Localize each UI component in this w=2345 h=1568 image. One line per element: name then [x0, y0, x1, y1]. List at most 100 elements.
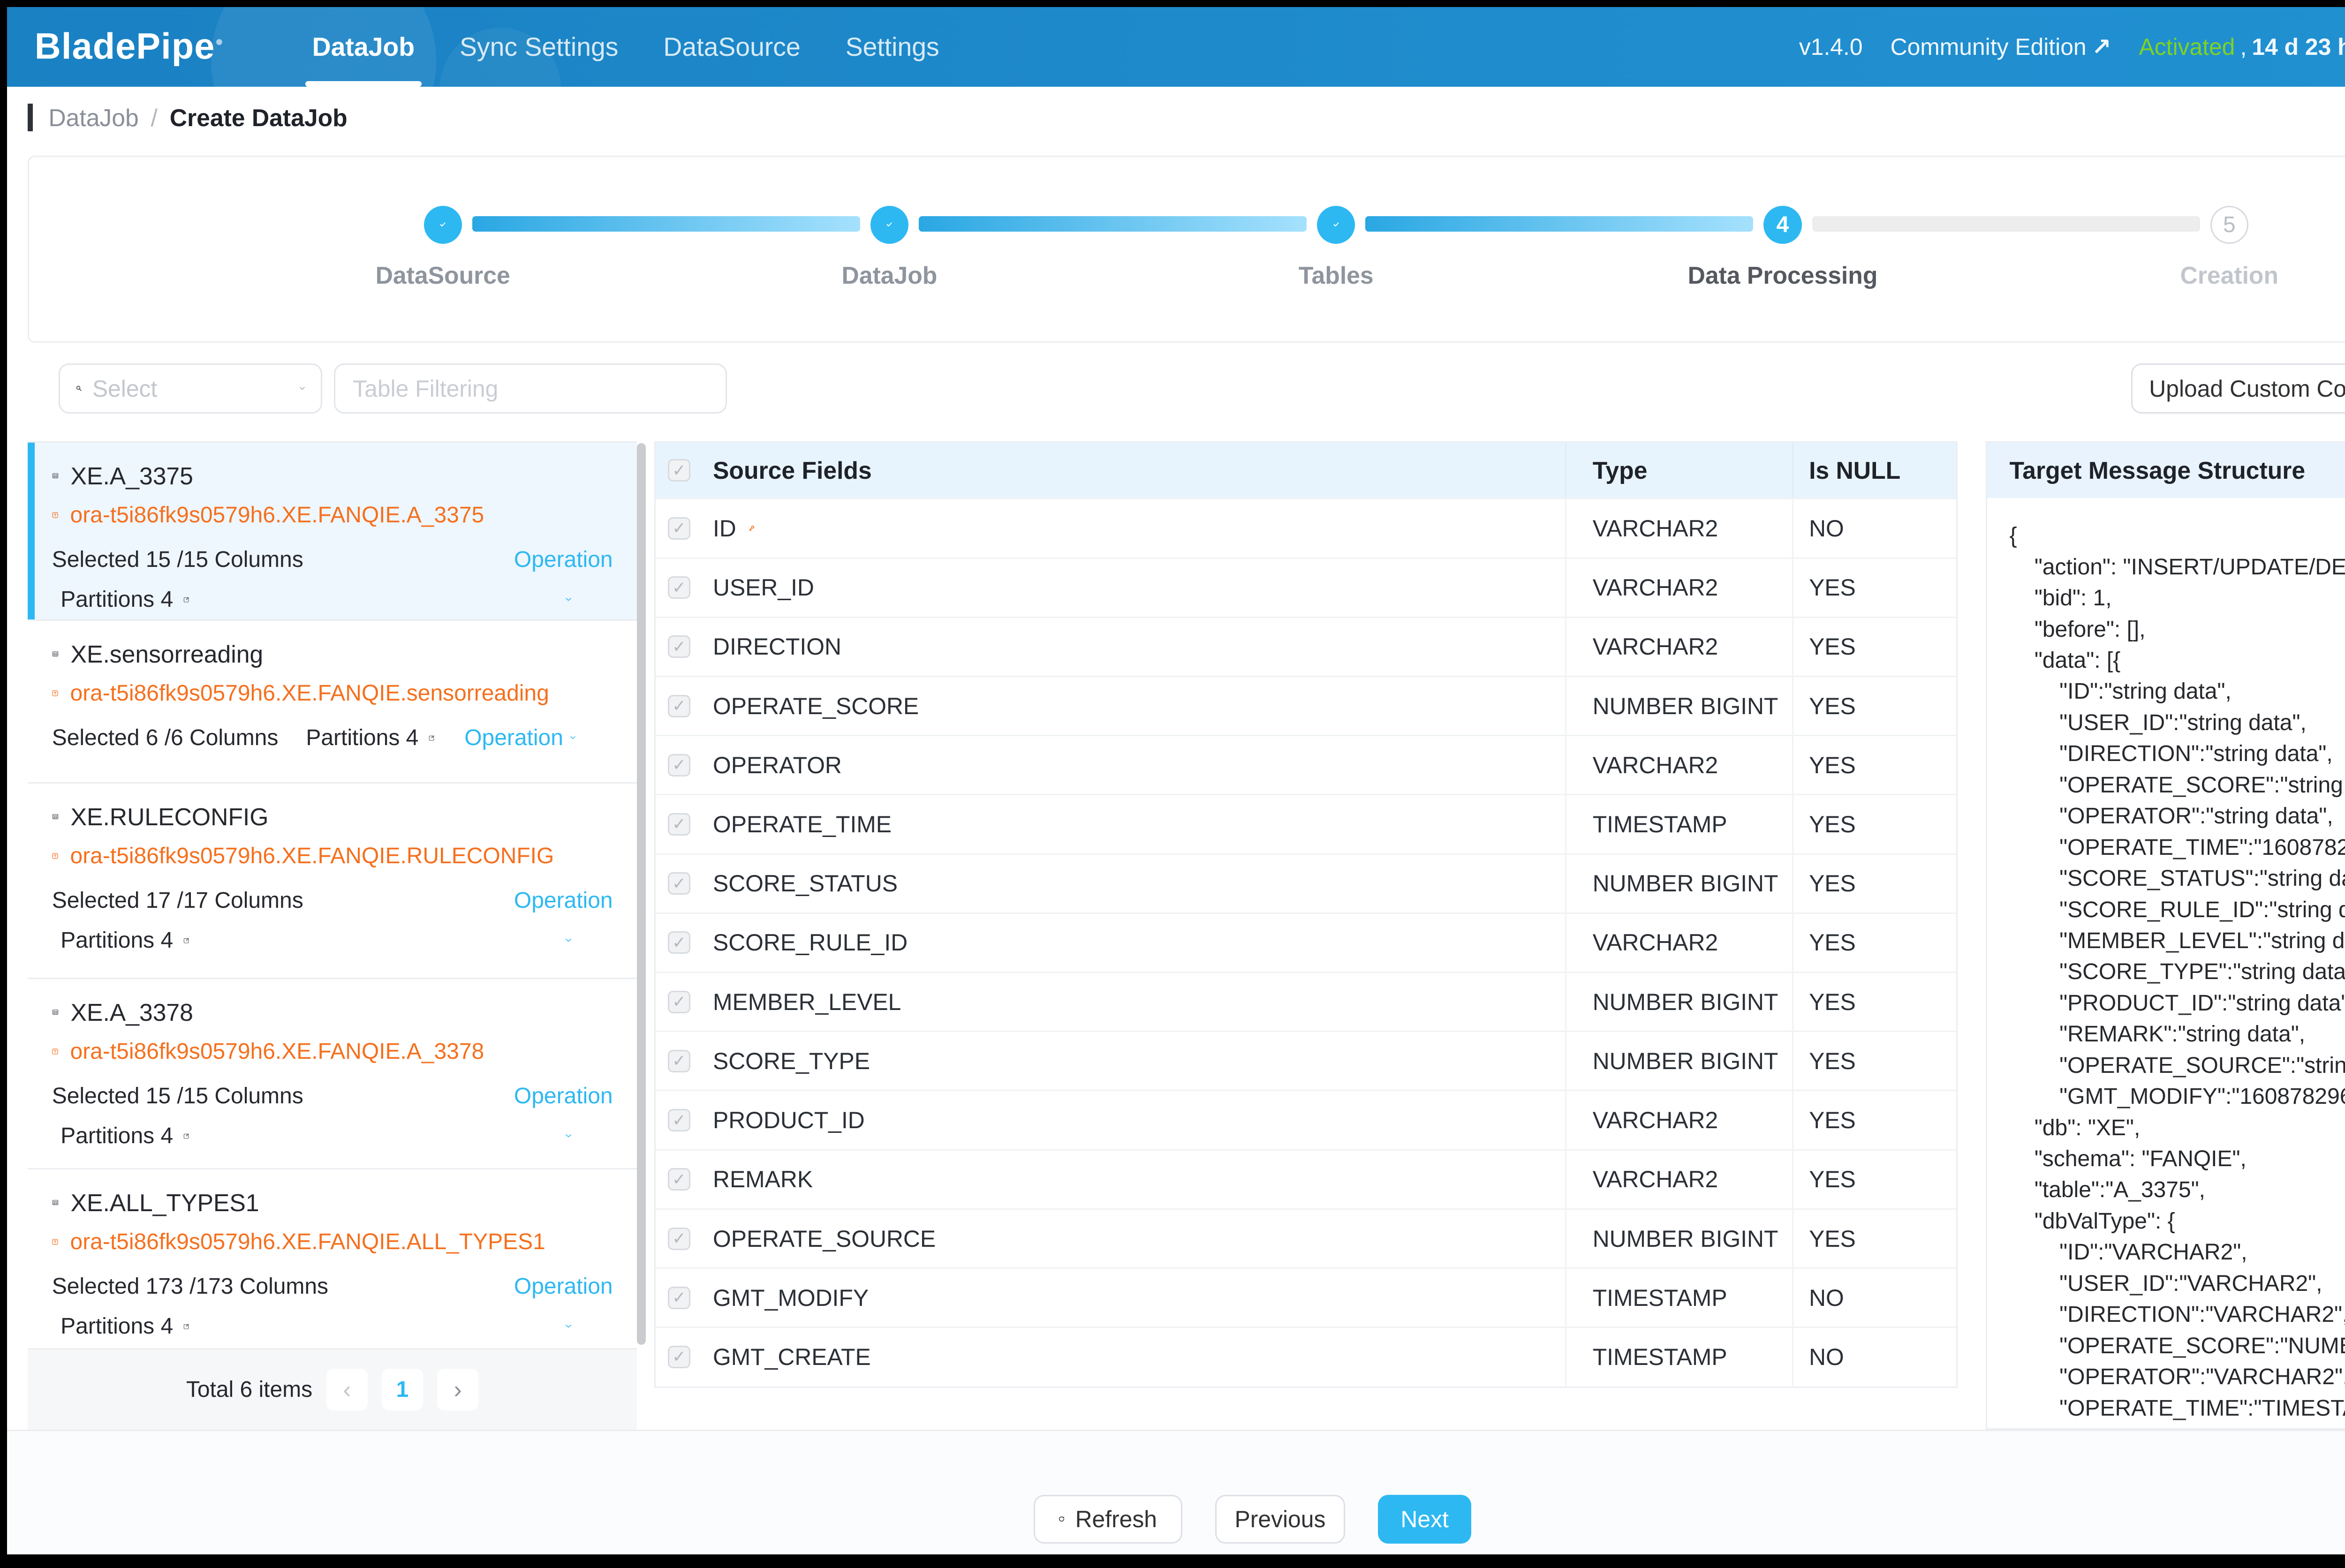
field-row: REMARK VARCHAR2 YES	[656, 1149, 1956, 1208]
operation-link[interactable]: Operation	[514, 888, 613, 913]
row-checkbox[interactable]	[668, 517, 690, 540]
row-checkbox[interactable]	[668, 1109, 690, 1131]
table-name: XE.RULECONFIG	[71, 803, 269, 831]
step-circle-datasource	[424, 206, 462, 244]
pagination-prev-button[interactable]: ‹	[326, 1369, 368, 1410]
menu-item-datasource[interactable]: DataSource	[641, 7, 823, 87]
edit-icon[interactable]	[183, 596, 189, 603]
next-button[interactable]: Next	[1378, 1495, 1471, 1543]
row-checkbox[interactable]	[668, 576, 690, 599]
version-label: v1.4.0	[1799, 33, 1863, 60]
menu-item-datajob[interactable]: DataJob	[290, 7, 437, 87]
app-logo[interactable]: BladePipe●	[35, 26, 224, 68]
step-label-datasource: DataSource	[252, 261, 633, 289]
chevron-down-icon[interactable]	[566, 939, 571, 942]
field-row: GMT_MODIFY TIMESTAMP NO	[656, 1267, 1956, 1327]
pagination-page-1[interactable]: 1	[382, 1369, 424, 1410]
field-row: OPERATE_TIME TIMESTAMP YES	[656, 794, 1956, 853]
table-icon	[52, 1199, 59, 1206]
target-panel-title: Target Message Structure	[2010, 456, 2306, 484]
chevron-down-icon[interactable]	[570, 736, 575, 739]
source-fields-table: Source Fields Type Is NULL ID VARCHAR2 N…	[654, 441, 1958, 1388]
table-icon	[52, 814, 59, 820]
field-row: OPERATE_SCORE NUMBER BIGINT YES	[656, 676, 1956, 735]
edit-icon[interactable]	[183, 1133, 189, 1139]
select-all-checkbox[interactable]	[668, 459, 690, 482]
operation-link[interactable]: Operation	[464, 725, 563, 751]
step-connector	[1812, 216, 2200, 232]
activated-status: Activated	[2139, 33, 2235, 60]
row-checkbox[interactable]	[668, 1346, 690, 1368]
refresh-button[interactable]: Refresh	[1034, 1495, 1182, 1543]
edit-icon[interactable]	[183, 1323, 189, 1329]
table-name: XE.A_3378	[71, 998, 193, 1026]
partitions-label: Partitions 4	[306, 725, 418, 751]
row-checkbox[interactable]	[668, 1287, 690, 1309]
field-row: DIRECTION VARCHAR2 YES	[656, 617, 1956, 676]
chevron-down-icon	[300, 387, 305, 390]
menu-item-sync-settings[interactable]: Sync Settings	[437, 7, 641, 87]
table-filtering-input[interactable]	[334, 363, 727, 414]
source-table-path: ora-t5i86fk9s0579h6.XE.FANQIE.ALL_TYPES1	[70, 1229, 545, 1255]
edit-icon[interactable]	[429, 735, 435, 741]
table-card-xe-all-types1[interactable]: XE.ALL_TYPES1 ora-t5i86fk9s0579h6.XE.FAN…	[28, 1169, 637, 1349]
selected-columns-label: Selected 15 /15 Columns	[52, 547, 303, 573]
screen: BladePipe● DataJob Sync Settings DataSou…	[0, 0, 2345, 1568]
row-checkbox[interactable]	[668, 1050, 690, 1072]
source-table-icon	[52, 1048, 58, 1055]
step-label-tables: Tables	[1146, 261, 1527, 289]
table-card-xe-ruleconfig[interactable]: XE.RULECONFIG ora-t5i86fk9s0579h6.XE.FAN…	[28, 784, 637, 979]
external-link-icon: ↗	[2092, 33, 2111, 60]
row-checkbox[interactable]	[668, 635, 690, 658]
table-card-xe-a-3378[interactable]: XE.A_3378 ora-t5i86fk9s0579h6.XE.FANQIE.…	[28, 979, 637, 1169]
search-icon	[76, 385, 82, 392]
table-icon	[52, 1009, 59, 1016]
row-checkbox[interactable]	[668, 872, 690, 895]
edition-link[interactable]: Community Edition↗	[1891, 33, 2111, 60]
table-card-xe-a-3375[interactable]: XE.A_3375 ora-t5i86fk9s0579h6.XE.FANQIE.…	[28, 443, 637, 621]
wizard-footer: Refresh Previous Next	[7, 1430, 2345, 1554]
operation-link[interactable]: Operation	[514, 547, 613, 573]
refresh-icon	[1059, 1516, 1065, 1522]
breadcrumb-bar	[28, 104, 33, 131]
pagination-next-button[interactable]: ›	[437, 1369, 479, 1410]
upload-custom-code-button[interactable]: Upload Custom Code	[2131, 363, 2345, 414]
partitions-label: Partitions 4	[61, 1313, 173, 1339]
table-icon	[52, 473, 59, 479]
license-link[interactable]: Activated, 14 d 23 h↗	[2139, 33, 2345, 60]
row-checkbox[interactable]	[668, 931, 690, 954]
row-checkbox[interactable]	[668, 991, 690, 1013]
check-icon	[440, 222, 446, 227]
chevron-down-icon[interactable]	[566, 598, 571, 601]
row-checkbox[interactable]	[668, 754, 690, 776]
field-row: MEMBER_LEVEL NUMBER BIGINT YES	[656, 972, 1956, 1031]
field-row: USER_ID VARCHAR2 YES	[656, 558, 1956, 617]
step-circle-datajob	[870, 206, 908, 244]
operation-link[interactable]: Operation	[514, 1274, 613, 1299]
edit-icon[interactable]	[183, 937, 189, 943]
breadcrumb-parent[interactable]: DataJob	[48, 104, 138, 132]
row-checkbox[interactable]	[668, 813, 690, 836]
menu-item-settings[interactable]: Settings	[823, 7, 962, 87]
tables-scrollbar[interactable]	[637, 443, 645, 1345]
header-is-null: Is NULL	[1792, 443, 1957, 498]
operation-link[interactable]: Operation	[514, 1083, 613, 1109]
table-name: XE.sensorreading	[71, 640, 264, 668]
partitions-label: Partitions 4	[61, 927, 173, 953]
check-icon	[886, 222, 892, 227]
chevron-down-icon[interactable]	[566, 1325, 571, 1328]
chevron-down-icon[interactable]	[566, 1134, 571, 1138]
header-type: Type	[1565, 443, 1792, 498]
row-checkbox[interactable]	[668, 1228, 690, 1250]
breadcrumb: DataJob / Create DataJob	[28, 98, 348, 136]
table-select-dropdown[interactable]: Select	[59, 363, 322, 414]
field-row: PRODUCT_ID VARCHAR2 YES	[656, 1090, 1956, 1149]
previous-button[interactable]: Previous	[1215, 1495, 1345, 1543]
field-row: OPERATOR VARCHAR2 YES	[656, 735, 1956, 794]
row-checkbox[interactable]	[668, 695, 690, 717]
source-table-icon	[52, 512, 58, 518]
table-card-xe-sensorreading[interactable]: XE.sensorreading ora-t5i86fk9s0579h6.XE.…	[28, 621, 637, 784]
main-menu: DataJob Sync Settings DataSource Setting…	[290, 7, 962, 87]
row-checkbox[interactable]	[668, 1168, 690, 1191]
field-row: SCORE_STATUS NUMBER BIGINT YES	[656, 853, 1956, 912]
